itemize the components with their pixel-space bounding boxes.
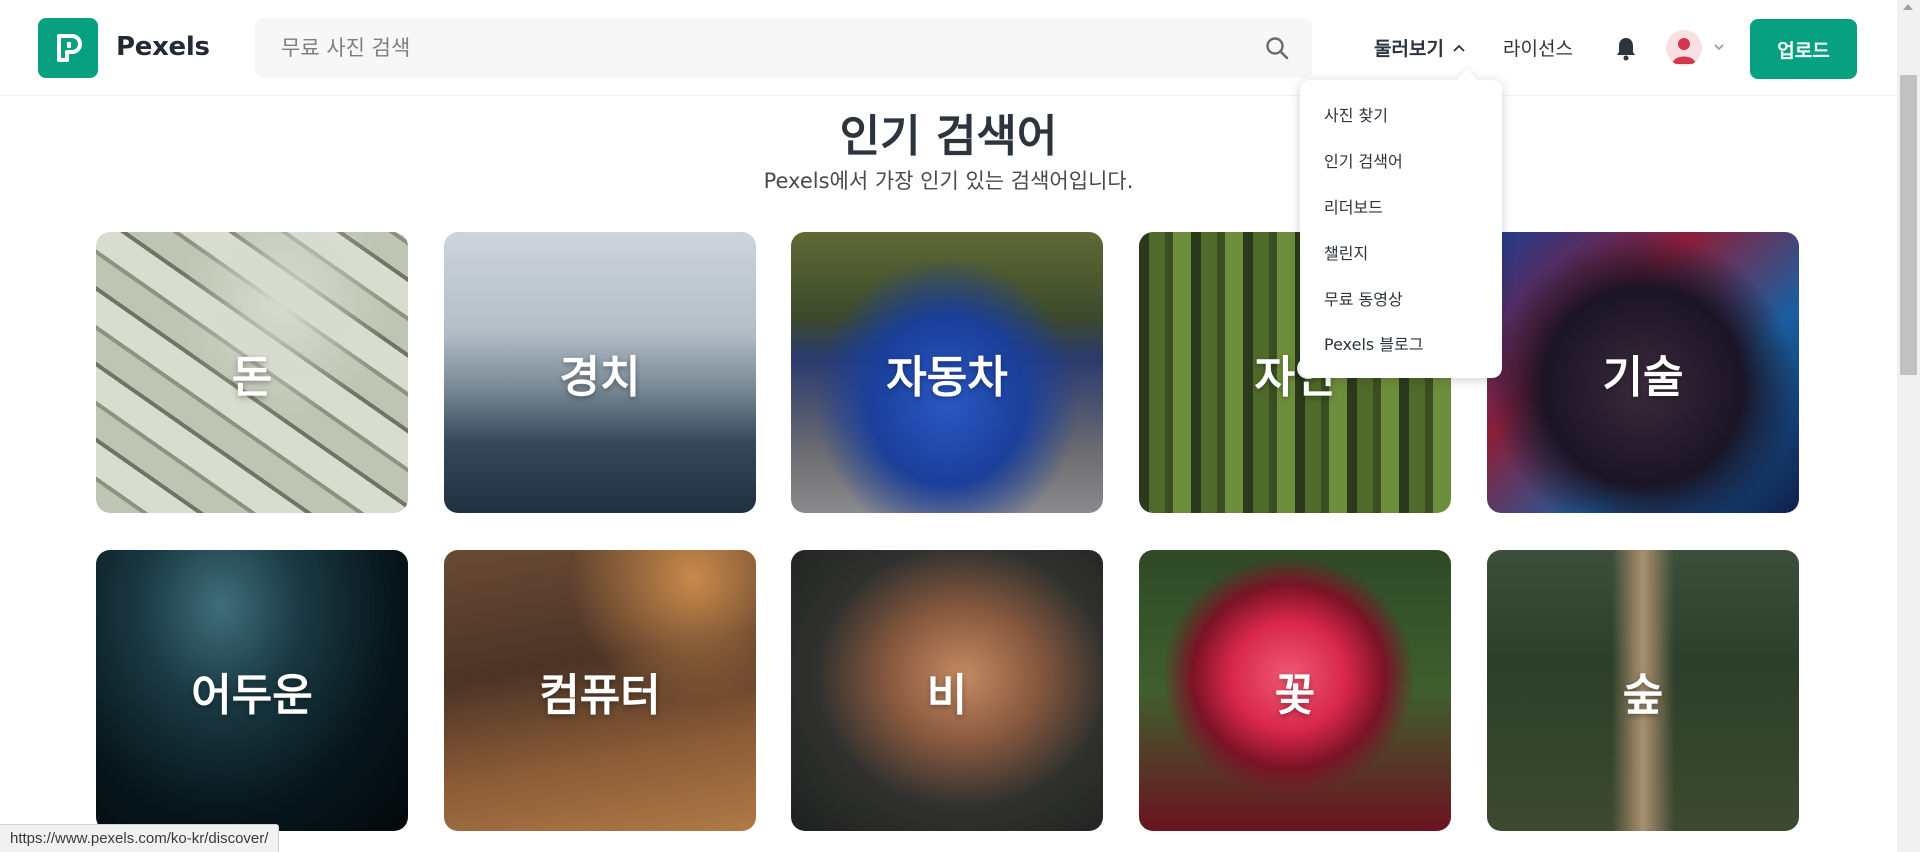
tile-label: 숲 — [1622, 669, 1664, 721]
chevron-down-icon[interactable] — [1712, 40, 1726, 54]
tile-rain[interactable]: 비 — [791, 550, 1103, 831]
tile-dark[interactable]: 어두운 — [96, 550, 408, 831]
user-avatar[interactable] — [1666, 30, 1702, 66]
bell-icon[interactable] — [1614, 36, 1638, 62]
chevron-up-icon — [1453, 44, 1465, 52]
menu-item-popular-searches[interactable]: 인기 검색어 — [1324, 148, 1403, 172]
tile-label: 컴퓨터 — [539, 669, 661, 721]
menu-item-challenges[interactable]: 챌린지 — [1324, 240, 1368, 264]
page-title: 인기 검색어 — [839, 111, 1058, 162]
search-icon[interactable] — [1264, 35, 1290, 61]
user-avatar-icon — [1672, 38, 1696, 64]
tile-computer[interactable]: 컴퓨터 — [444, 550, 756, 831]
scroll-thumb[interactable] — [1900, 75, 1917, 375]
pexels-logo[interactable] — [38, 18, 98, 78]
tile-flower[interactable]: 꽃 — [1139, 550, 1451, 831]
link-status-bar: https://www.pexels.com/ko-kr/discover/ — [0, 824, 280, 852]
tile-label: 돈 — [231, 351, 273, 403]
tile-label: 꽃 — [1274, 669, 1316, 721]
logo-text[interactable]: Pexels — [116, 32, 210, 62]
menu-item-free-videos[interactable]: 무료 동영상 — [1324, 286, 1403, 310]
pexels-logo-icon — [57, 34, 82, 62]
tile-label: 기술 — [1602, 351, 1684, 403]
menu-item-blog[interactable]: Pexels 블로그 — [1324, 331, 1424, 355]
page-scrollbar[interactable] — [1897, 0, 1920, 852]
search-input[interactable] — [255, 18, 1312, 78]
tile-forest[interactable]: 숲 — [1487, 550, 1799, 831]
tile-landscape[interactable]: 경치 — [444, 232, 756, 513]
upload-button[interactable]: 업로드 — [1750, 19, 1857, 79]
nav-license-link[interactable]: 라이선스 — [1503, 34, 1573, 61]
menu-item-leaderboard[interactable]: 리더보드 — [1324, 194, 1383, 218]
explore-dropdown-menu: 사진 찾기 인기 검색어 리더보드 챌린지 무료 동영상 Pexels 블로그 — [1300, 80, 1502, 378]
tile-car[interactable]: 자동차 — [791, 232, 1103, 513]
scroll-up-arrow-icon[interactable] — [1903, 4, 1913, 10]
tile-label: 비 — [926, 669, 968, 721]
menu-item-find-photos[interactable]: 사진 찾기 — [1324, 102, 1388, 126]
tile-technology[interactable]: 기술 — [1487, 232, 1799, 513]
tile-label: 자동차 — [886, 351, 1008, 403]
nav-explore-button[interactable]: 둘러보기 — [1374, 34, 1466, 61]
tile-label: 경치 — [559, 351, 641, 403]
page-subtitle: Pexels에서 가장 인기 있는 검색어입니다. — [763, 169, 1134, 193]
top-navbar: Pexels 둘러보기 라이선스 업로드 — [0, 0, 1897, 96]
search-bar[interactable] — [255, 18, 1312, 78]
nav-explore-label: 둘러보기 — [1374, 38, 1444, 60]
tile-label: 어두운 — [191, 669, 313, 721]
tile-money[interactable]: 돈 — [96, 232, 408, 513]
